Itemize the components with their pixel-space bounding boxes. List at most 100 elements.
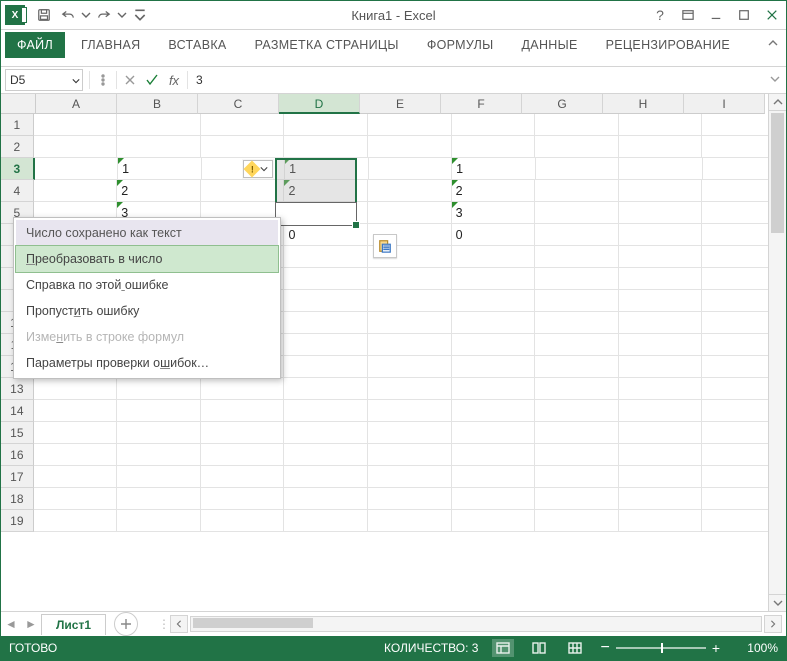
cell-E19[interactable] — [368, 510, 452, 532]
new-sheet-button[interactable] — [114, 612, 138, 636]
view-normal-icon[interactable] — [492, 639, 514, 657]
minimize-button[interactable] — [702, 4, 730, 26]
smart-tag-dropdown-icon[interactable] — [260, 162, 270, 176]
hscroll-right-icon[interactable] — [764, 615, 782, 633]
cell-E4[interactable] — [368, 180, 452, 202]
column-header-A[interactable]: A — [36, 94, 117, 114]
insert-function-button[interactable]: fx — [163, 69, 185, 91]
cell-B4[interactable]: 2 — [117, 180, 201, 202]
excel-app-icon[interactable] — [5, 5, 25, 25]
cell-A17[interactable] — [34, 466, 118, 488]
cell-C14[interactable] — [201, 400, 285, 422]
row-header-19[interactable]: 19 — [1, 510, 34, 532]
save-button[interactable] — [33, 4, 55, 26]
cell-F4[interactable]: 2 — [452, 180, 536, 202]
cell-C18[interactable] — [201, 488, 285, 510]
formula-input[interactable]: 3 — [190, 73, 764, 87]
cell-H3[interactable] — [619, 158, 702, 180]
collapse-ribbon-icon[interactable] — [766, 36, 780, 53]
cell-E3[interactable] — [369, 158, 452, 180]
cell-E18[interactable] — [368, 488, 452, 510]
cell-G6[interactable] — [535, 224, 619, 246]
cell-H1[interactable] — [619, 114, 703, 136]
cell-B14[interactable] — [117, 400, 201, 422]
row-header-2[interactable]: 2 — [1, 136, 34, 158]
row-header-1[interactable]: 1 — [1, 114, 34, 136]
cell-A4[interactable] — [34, 180, 118, 202]
cell-G13[interactable] — [535, 378, 619, 400]
undo-dropdown-icon[interactable] — [81, 4, 91, 26]
cell-A1[interactable] — [34, 114, 118, 136]
cell-H4[interactable] — [619, 180, 703, 202]
row-header-14[interactable]: 14 — [1, 400, 34, 422]
cell-F8[interactable] — [452, 268, 536, 290]
column-header-E[interactable]: E — [360, 94, 441, 114]
tab-file[interactable]: ФАЙЛ — [5, 32, 65, 58]
cell-G16[interactable] — [535, 444, 619, 466]
cell-E9[interactable] — [368, 290, 452, 312]
cell-B19[interactable] — [117, 510, 201, 532]
cell-D18[interactable] — [284, 488, 368, 510]
cell-D9[interactable] — [284, 290, 368, 312]
cell-E10[interactable] — [368, 312, 452, 334]
row-header-18[interactable]: 18 — [1, 488, 34, 510]
tab-page-layout[interactable]: РАЗМЕТКА СТРАНИЦЫ — [243, 32, 411, 58]
cell-D14[interactable] — [284, 400, 368, 422]
error-smart-tag[interactable]: ! — [243, 160, 273, 178]
horizontal-scrollbar[interactable] — [170, 615, 786, 633]
tab-home[interactable]: ГЛАВНАЯ — [69, 32, 152, 58]
column-header-D[interactable]: D — [279, 94, 360, 114]
hscroll-thumb[interactable] — [193, 618, 313, 628]
sheet-split-handle[interactable]: ⋮ — [158, 617, 170, 631]
cell-H15[interactable] — [619, 422, 703, 444]
zoom-slider[interactable]: − + — [600, 639, 720, 657]
enter-formula-button[interactable] — [141, 69, 163, 91]
cell-C2[interactable] — [201, 136, 285, 158]
cell-H10[interactable] — [619, 312, 703, 334]
cell-A18[interactable] — [34, 488, 118, 510]
cell-H6[interactable] — [619, 224, 703, 246]
column-header-B[interactable]: B — [117, 94, 198, 114]
cell-G12[interactable] — [535, 356, 619, 378]
cell-G5[interactable] — [535, 202, 619, 224]
cell-F7[interactable] — [452, 246, 536, 268]
cell-E8[interactable] — [368, 268, 452, 290]
cell-C4[interactable] — [201, 180, 285, 202]
cell-B13[interactable] — [117, 378, 201, 400]
cell-C13[interactable] — [201, 378, 285, 400]
column-header-I[interactable]: I — [684, 94, 765, 114]
cell-G9[interactable] — [535, 290, 619, 312]
cell-E14[interactable] — [368, 400, 452, 422]
name-box[interactable]: D5 — [5, 69, 83, 91]
cell-D16[interactable] — [284, 444, 368, 466]
cell-G10[interactable] — [535, 312, 619, 334]
menu-item[interactable]: Справка по этой ошибке — [16, 272, 278, 298]
cell-F10[interactable] — [452, 312, 536, 334]
zoom-percent[interactable]: 100% — [734, 641, 778, 655]
tab-insert[interactable]: ВСТАВКА — [156, 32, 238, 58]
cell-H9[interactable] — [619, 290, 703, 312]
redo-dropdown-icon[interactable] — [117, 4, 127, 26]
row-header-3[interactable]: 3 — [1, 158, 35, 180]
cell-G11[interactable] — [535, 334, 619, 356]
cell-C16[interactable] — [201, 444, 285, 466]
cell-F9[interactable] — [452, 290, 536, 312]
cell-H14[interactable] — [619, 400, 703, 422]
customize-qat-icon[interactable] — [129, 4, 151, 26]
cell-G3[interactable] — [536, 158, 619, 180]
scroll-down-icon[interactable] — [769, 594, 786, 611]
zoom-track[interactable] — [616, 647, 706, 649]
column-header-C[interactable]: C — [198, 94, 279, 114]
undo-button[interactable] — [57, 4, 79, 26]
cell-G8[interactable] — [535, 268, 619, 290]
cell-D8[interactable] — [284, 268, 368, 290]
vscroll-thumb[interactable] — [771, 113, 784, 233]
cell-H5[interactable] — [619, 202, 703, 224]
sheet-nav-next-icon[interactable]: ► — [21, 617, 41, 631]
cell-D7[interactable] — [284, 246, 368, 268]
cell-B3[interactable]: 1 — [118, 158, 201, 180]
redo-button[interactable] — [93, 4, 115, 26]
cell-E2[interactable] — [368, 136, 452, 158]
cell-E15[interactable] — [368, 422, 452, 444]
cell-G1[interactable] — [535, 114, 619, 136]
